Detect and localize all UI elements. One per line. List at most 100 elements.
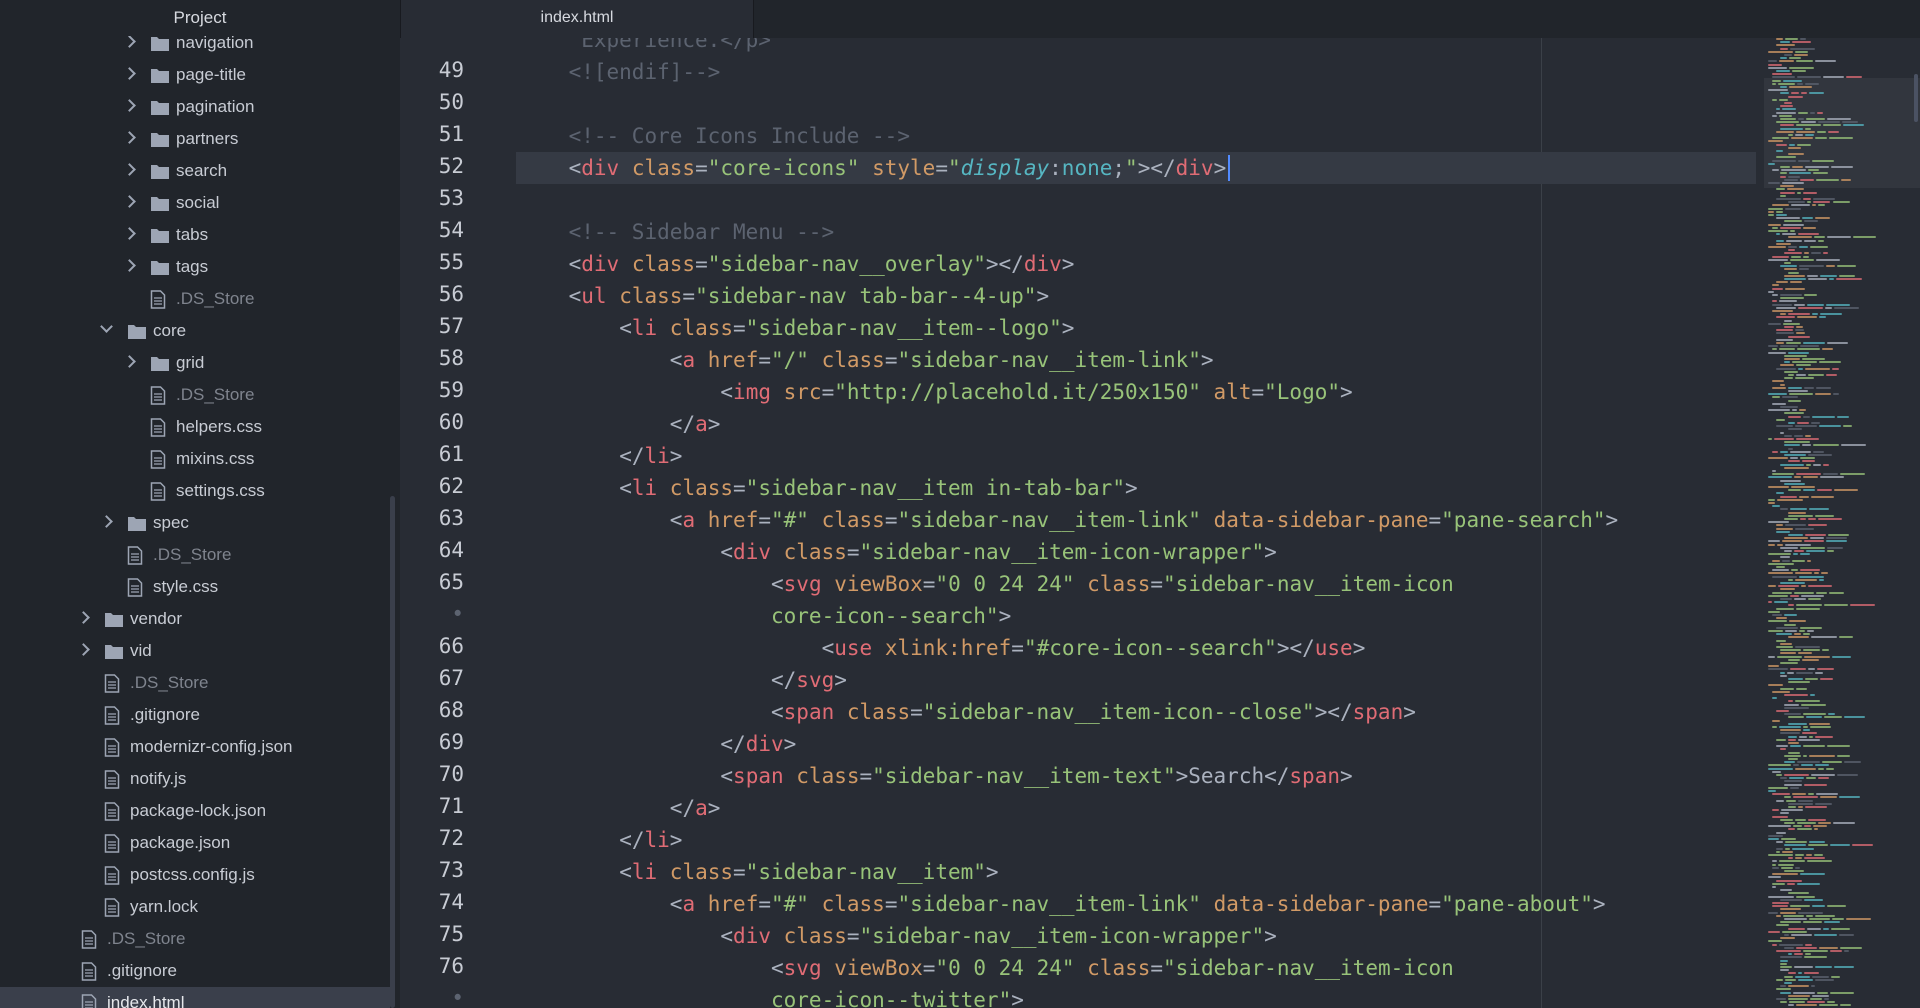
tree-file[interactable]: package-lock.json [0, 795, 390, 827]
code-line[interactable]: </li> [400, 824, 1756, 856]
minimap-line [1822, 473, 1838, 476]
code-line[interactable]: </a> [400, 408, 1756, 440]
tree-file[interactable]: .DS_Store [0, 379, 390, 411]
tree-folder[interactable]: navigation [0, 36, 390, 59]
code-line[interactable]: </svg> [400, 664, 1756, 696]
code-line[interactable]: <!-- Sidebar Menu --> [400, 216, 1756, 248]
code-line[interactable]: <li class="sidebar-nav__item--logo"> [400, 312, 1756, 344]
tree-folder[interactable]: tags [0, 251, 390, 283]
code-line[interactable]: <li class="sidebar-nav__item in-tab-bar"… [400, 472, 1756, 504]
tree-folder[interactable]: core [0, 315, 390, 347]
code-line[interactable]: core-icon--twitter"> [400, 984, 1756, 1008]
tree-folder[interactable]: social [0, 187, 390, 219]
tree-file[interactable]: mixins.css [0, 443, 390, 475]
file-icon [104, 674, 124, 693]
tree-folder[interactable]: search [0, 155, 390, 187]
chevron-right-icon[interactable] [77, 643, 90, 656]
chevron-right-icon[interactable] [123, 227, 136, 240]
code-line[interactable]: <svg viewBox="0 0 24 24" class="sidebar-… [400, 952, 1756, 984]
tree-file[interactable]: package.json [0, 827, 390, 859]
minimap-line [1811, 415, 1835, 418]
chevron-right-icon[interactable] [123, 259, 136, 272]
tree-file[interactable]: postcss.config.js [0, 859, 390, 891]
minimap-line [1831, 166, 1853, 168]
minimap-viewport[interactable] [1764, 78, 1920, 188]
chevron-right-icon[interactable] [123, 67, 136, 80]
code-line[interactable]: <a href="#" class="sidebar-nav__item-lin… [400, 504, 1756, 536]
tree-folder[interactable]: vendor [0, 603, 390, 635]
tree-file[interactable]: .DS_Store [0, 539, 390, 571]
minimap-line [1802, 921, 1822, 924]
tree-file[interactable]: helpers.css [0, 411, 390, 443]
tree-file[interactable]: .gitignore [0, 955, 390, 987]
minimap-line [1810, 726, 1831, 728]
tree-folder[interactable]: partners [0, 123, 390, 155]
minimap-line [1818, 1004, 1839, 1007]
chevron-right-icon[interactable] [123, 195, 136, 208]
file-icon [127, 578, 147, 597]
chevron-right-icon[interactable] [123, 99, 136, 112]
code-line[interactable]: Experience.</p> [400, 38, 1756, 56]
code-line[interactable]: <div class="core-icons" style="display:n… [400, 152, 1756, 184]
chevron-right-icon[interactable] [123, 355, 136, 368]
code-line[interactable]: <span class="sidebar-nav__item-text">Sea… [400, 760, 1756, 792]
code-editor[interactable]: Experience.</p> 49 <![endif]--> 50 51 <!-- Co… [400, 38, 1756, 1008]
minimap-line [1789, 57, 1802, 60]
tree-folder[interactable]: spec [0, 507, 390, 539]
editor-scrollbar[interactable] [1914, 74, 1918, 122]
chevron-right-icon[interactable] [100, 515, 113, 528]
tree-file[interactable]: .gitignore [0, 699, 390, 731]
code-line[interactable] [400, 88, 1756, 120]
chevron-down-icon[interactable] [100, 320, 113, 333]
tree-folder[interactable]: tabs [0, 219, 390, 251]
chevron-right-icon[interactable] [123, 36, 136, 48]
tree-file[interactable]: modernizr-config.json [0, 731, 390, 763]
code-line[interactable]: <span class="sidebar-nav__item-icon--clo… [400, 696, 1756, 728]
code-token: = [1428, 508, 1442, 532]
code-line[interactable]: </div> [400, 728, 1756, 760]
sidebar-scrollbar[interactable] [390, 496, 395, 1008]
tree-folder[interactable]: page-title [0, 59, 390, 91]
tree-file[interactable]: style.css [0, 571, 390, 603]
tree-folder[interactable]: vid [0, 635, 390, 667]
minimap[interactable] [1756, 38, 1920, 1008]
chevron-right-icon[interactable] [77, 611, 90, 624]
code-line[interactable]: <a href="/" class="sidebar-nav__item-lin… [400, 344, 1756, 376]
tree-folder[interactable]: pagination [0, 91, 390, 123]
tree-file[interactable]: settings.css [0, 475, 390, 507]
tree-file[interactable]: .DS_Store [0, 667, 390, 699]
chevron-right-icon[interactable] [123, 163, 136, 176]
code-line[interactable] [400, 184, 1756, 216]
code-line[interactable]: core-icon--search"> [400, 600, 1756, 632]
code-line[interactable]: </li> [400, 440, 1756, 472]
minimap-line [1784, 377, 1794, 380]
minimap-line [1800, 345, 1819, 348]
minimap-line [1825, 540, 1848, 543]
chevron-right-icon[interactable] [123, 131, 136, 144]
code-line[interactable]: <![endif]--> [400, 56, 1756, 88]
code-line[interactable]: <li class="sidebar-nav__item"> [400, 856, 1756, 888]
tab-index-html[interactable]: index.html [400, 0, 754, 38]
tree-file[interactable]: .DS_Store [0, 923, 390, 955]
tree-file[interactable]: .DS_Store [0, 283, 390, 315]
tree-folder[interactable]: grid [0, 347, 390, 379]
minimap-line [1802, 342, 1825, 344]
code-line[interactable]: <ul class="sidebar-nav tab-bar--4-up"> [400, 280, 1756, 312]
code-line[interactable]: <div class="sidebar-nav__item-icon-wrapp… [400, 536, 1756, 568]
tree-item-label: .DS_Store [176, 385, 255, 404]
tree-file[interactable]: notify.js [0, 763, 390, 795]
tree-file[interactable]: yarn.lock [0, 891, 390, 923]
code-line[interactable]: <a href="#" class="sidebar-nav__item-lin… [400, 888, 1756, 920]
code-line[interactable]: </a> [400, 792, 1756, 824]
code-token: > [1605, 508, 1619, 532]
tree-file[interactable]: index.html [0, 987, 390, 1008]
minimap-line [1822, 649, 1829, 652]
code-line[interactable]: <img src="http://placehold.it/250x150" a… [400, 376, 1756, 408]
code-line[interactable]: <svg viewBox="0 0 24 24" class="sidebar-… [400, 568, 1756, 600]
minimap-line [1776, 527, 1793, 530]
code-line[interactable]: <use xlink:href="#core-icon--search"></u… [400, 632, 1756, 664]
code-line[interactable]: <div class="sidebar-nav__overlay"></div> [400, 248, 1756, 280]
code-line[interactable]: <div class="sidebar-nav__item-icon-wrapp… [400, 920, 1756, 952]
code-line[interactable]: <!-- Core Icons Include --> [400, 120, 1756, 152]
